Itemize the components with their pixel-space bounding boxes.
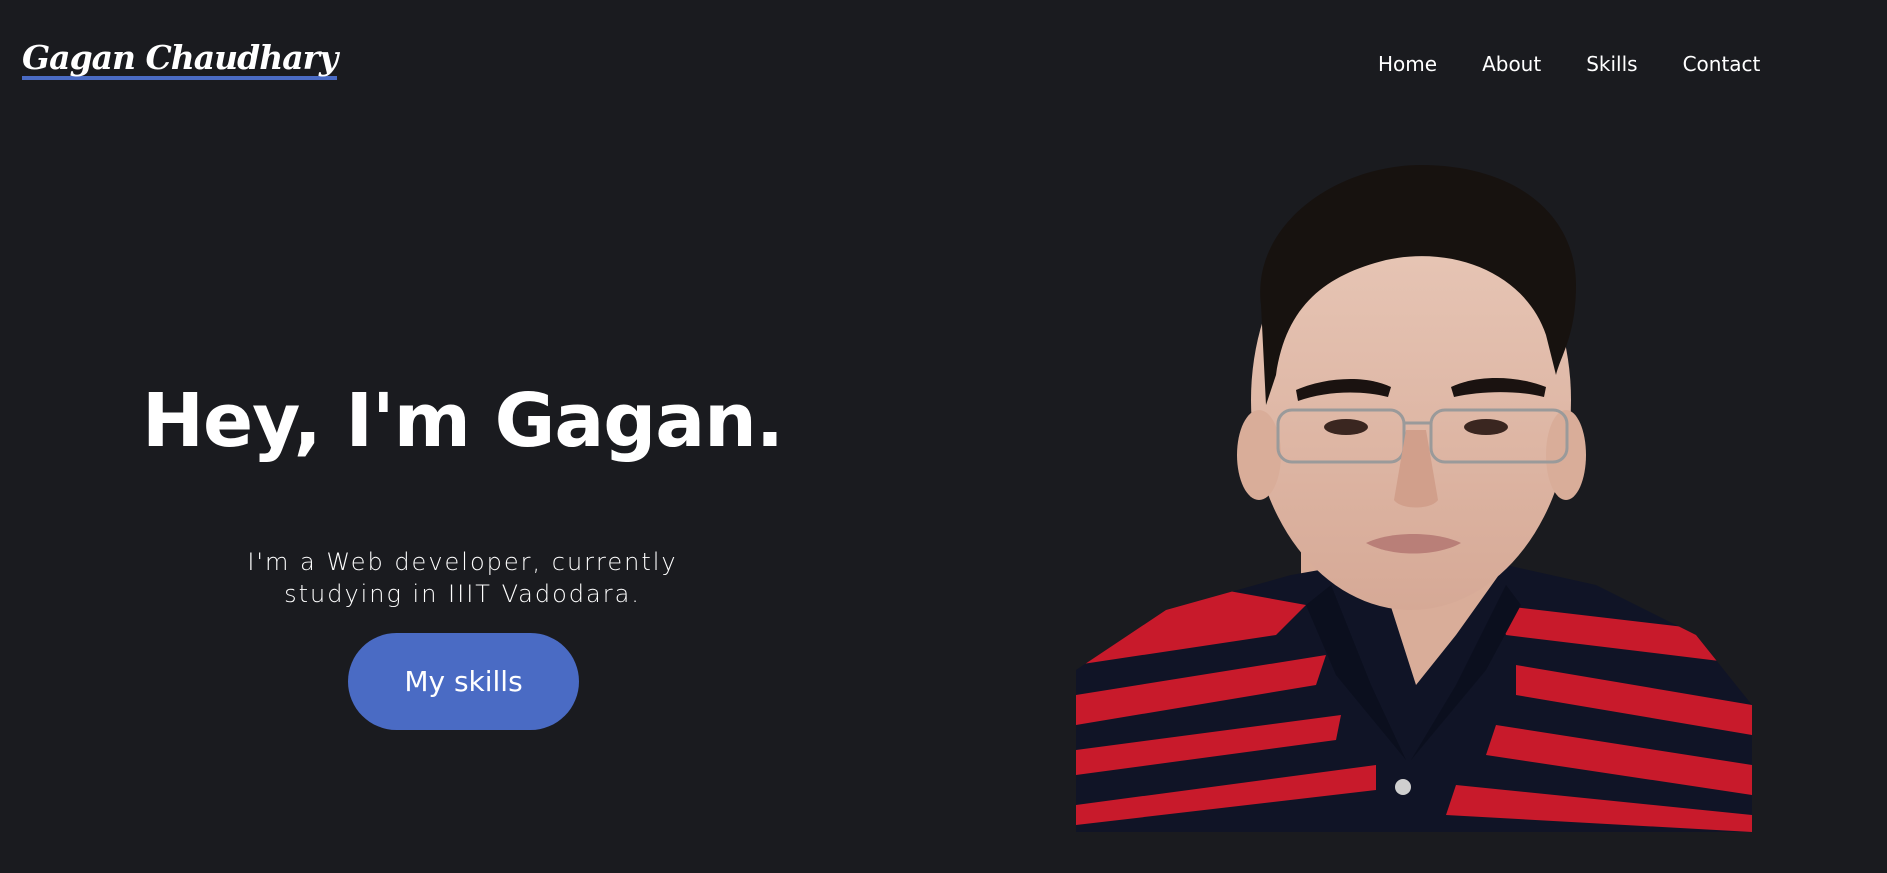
nav-link-skills[interactable]: Skills <box>1586 52 1637 76</box>
page: Gagan Chaudhary Home About Skills Contac… <box>0 0 1887 873</box>
hero-subtitle-line-2: studying in IIIT Vadodara. <box>284 580 641 608</box>
my-skills-button[interactable]: My skills <box>348 633 579 730</box>
hero-title: Hey, I'm Gagan. <box>142 378 784 464</box>
profile-photo <box>1076 165 1752 832</box>
site-logo[interactable]: Gagan Chaudhary <box>22 39 338 81</box>
nav-link-contact[interactable]: Contact <box>1683 52 1761 76</box>
nav-link-home[interactable]: Home <box>1378 52 1437 76</box>
main-nav: Home About Skills Contact <box>1378 52 1805 76</box>
hero-subtitle-line-1: I'm a Web developer, currently <box>247 548 678 576</box>
hero-subtitle: I'm a Web developer, currently studying … <box>0 546 925 610</box>
nav-link-about[interactable]: About <box>1482 52 1541 76</box>
